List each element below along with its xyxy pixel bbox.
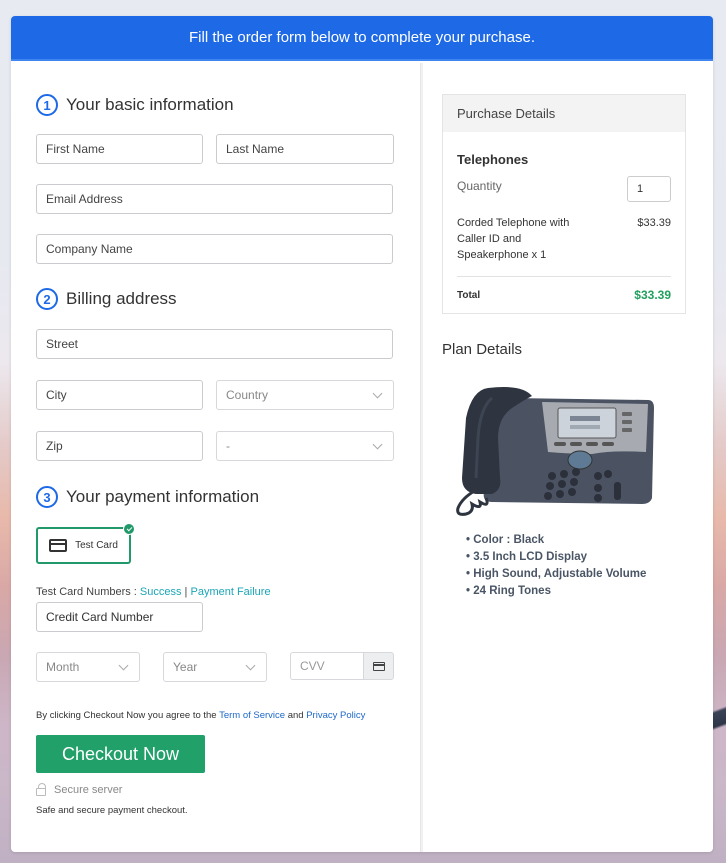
check-circle-icon	[123, 523, 135, 535]
month-select-value: Month	[46, 660, 80, 674]
lock-icon	[36, 783, 46, 796]
country-select-value: Country	[226, 388, 269, 402]
chevron-down-icon	[372, 439, 383, 449]
secure-server: Secure server	[36, 783, 394, 796]
summary-column: Purchase Details Telephones Quantity 1 C…	[442, 94, 686, 600]
country-select[interactable]: Country	[216, 380, 394, 410]
credit-card-icon	[49, 539, 68, 552]
column-divider	[420, 63, 423, 852]
quantity-label: Quantity	[457, 179, 502, 193]
item-name: Corded Telephone with Caller ID and Spea…	[457, 217, 570, 261]
form-column: 1 Your basic information First Name Last…	[36, 63, 394, 816]
plan-details-title: Plan Details	[442, 341, 523, 358]
feature-item: Color : Black	[466, 532, 686, 549]
city-input[interactable]: City	[36, 380, 203, 410]
banner: Fill the order form below to complete yo…	[11, 16, 713, 61]
agreement-prefix: By clicking Checkout Now you agree to th…	[36, 710, 220, 721]
total-label: Total	[457, 289, 481, 301]
total-row: Total $33.39	[457, 277, 671, 313]
state-select-value: -	[226, 439, 230, 453]
payment-failure-link[interactable]: Payment Failure	[190, 586, 270, 598]
chevron-down-icon	[372, 388, 383, 398]
banner-text: Fill the order form below to complete yo…	[189, 29, 535, 46]
purchase-details-box: Purchase Details Telephones Quantity 1 C…	[442, 94, 686, 314]
cvv-group: CVV	[290, 652, 394, 680]
card-number-input[interactable]: Credit Card Number	[36, 602, 203, 632]
test-numbers-label: Test Card Numbers :	[36, 586, 140, 598]
section-payment: 3 Your payment information	[36, 486, 394, 508]
month-select[interactable]: Month	[36, 652, 140, 682]
test-card-numbers: Test Card Numbers : Success | Payment Fa…	[36, 586, 394, 598]
test-card-label: Test Card	[75, 540, 118, 551]
feature-item: High Sound, Adjustable Volume	[466, 566, 686, 583]
product-image	[452, 378, 658, 518]
telephone-icon	[456, 387, 654, 516]
purchase-details-header: Purchase Details	[443, 95, 685, 132]
step-2-icon: 2	[36, 288, 58, 310]
section-title: Your payment information	[66, 487, 260, 506]
email-input[interactable]: Email Address	[36, 184, 393, 214]
state-select[interactable]: -	[216, 431, 394, 461]
step-1-icon: 1	[36, 94, 58, 116]
credit-card-icon	[372, 661, 385, 671]
section-billing: 2 Billing address	[36, 288, 394, 310]
feature-item: 24 Ring Tones	[466, 583, 686, 600]
terms-of-service-link[interactable]: Term of Service	[219, 710, 285, 721]
secure-server-label: Secure server	[54, 784, 123, 796]
step-3-icon: 3	[36, 486, 58, 508]
zip-input[interactable]: Zip	[36, 431, 203, 461]
chevron-down-icon	[245, 660, 256, 670]
plan-features-list: Color : Black 3.5 Inch LCD Display High …	[466, 532, 686, 600]
year-select[interactable]: Year	[163, 652, 267, 682]
chevron-down-icon	[118, 660, 129, 670]
cvv-input[interactable]: CVV	[290, 652, 363, 680]
quantity-input[interactable]: 1	[627, 176, 671, 202]
section-title: Your basic information	[66, 95, 234, 114]
line-item: Corded Telephone with Caller ID and Spea…	[457, 215, 671, 277]
quantity-row: Quantity 1	[457, 176, 671, 202]
checkout-now-button[interactable]: Checkout Now	[36, 735, 205, 773]
privacy-policy-link[interactable]: Privacy Policy	[306, 710, 365, 721]
company-input[interactable]: Company Name	[36, 234, 393, 264]
safe-checkout-text: Safe and secure payment checkout.	[36, 805, 188, 816]
year-select-value: Year	[173, 660, 198, 674]
cvv-card-button[interactable]	[363, 652, 394, 680]
product-category: Telephones	[457, 152, 529, 167]
order-form-card: Fill the order form below to complete yo…	[11, 16, 713, 852]
street-input[interactable]: Street	[36, 329, 393, 359]
feature-item: 3.5 Inch LCD Display	[466, 549, 686, 566]
agreement-text: By clicking Checkout Now you agree to th…	[36, 710, 394, 721]
item-price: $33.39	[637, 217, 671, 229]
total-value: $33.39	[634, 288, 671, 302]
first-name-input[interactable]: First Name	[36, 134, 203, 164]
test-card-option[interactable]: Test Card	[36, 523, 135, 564]
last-name-input[interactable]: Last Name	[216, 134, 394, 164]
section-title: Billing address	[66, 289, 177, 308]
section-basic-info: 1 Your basic information	[36, 94, 394, 116]
agreement-middle: and	[285, 710, 307, 721]
success-link[interactable]: Success	[140, 586, 182, 598]
